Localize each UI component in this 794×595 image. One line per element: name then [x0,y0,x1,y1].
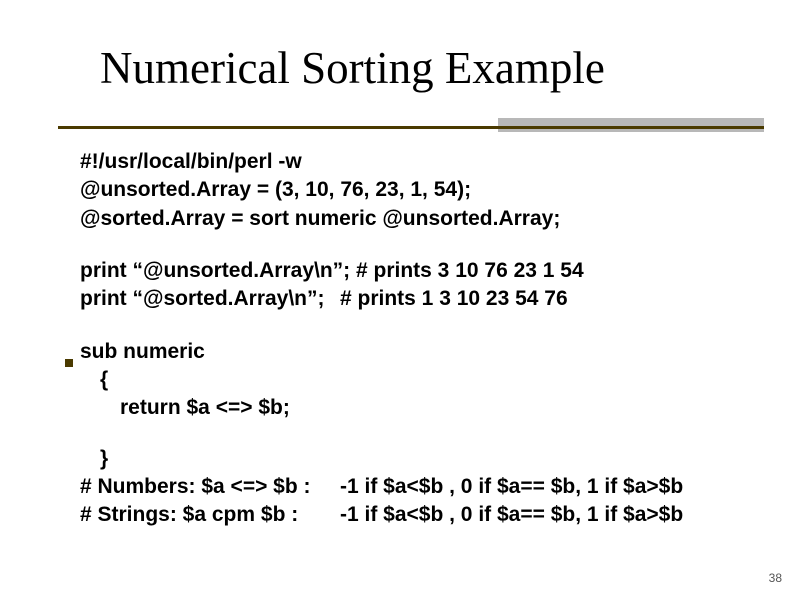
code-fragment: # Strings: $a cpm $b : [80,501,340,529]
code-block-sub: sub numeric { return $a <=> $b; } # Numb… [80,338,744,530]
slide-title: Numerical Sorting Example [100,42,605,94]
code-line: @unsorted.Array = (3, 10, 76, 23, 1, 54)… [80,176,744,204]
slide: Numerical Sorting Example #!/usr/local/b… [0,0,794,595]
code-line: # Numbers: $a <=> $b : -1 if $a<$b , 0 i… [80,473,744,501]
code-line: print “@unsorted.Array\n”; # prints 3 10… [80,257,744,285]
code-line: @sorted.Array = sort numeric @unsorted.A… [80,205,744,233]
code-fragment: print “@sorted.Array\n”; [80,285,340,313]
rule-highlight [498,118,764,132]
code-fragment: -1 if $a<$b , 0 if $a== $b, 1 if $a>$b [340,501,744,529]
slide-body: #!/usr/local/bin/perl -w @unsorted.Array… [80,148,744,530]
bullet-icon [65,359,73,367]
code-line: } [80,445,744,473]
code-fragment: -1 if $a<$b , 0 if $a== $b, 1 if $a>$b [340,473,744,501]
code-line: sub numeric [80,338,744,366]
slide-number: 38 [769,571,782,585]
blank-line [80,423,744,445]
code-fragment: # Numbers: $a <=> $b : [80,473,340,501]
code-line: # Strings: $a cpm $b : -1 if $a<$b , 0 i… [80,501,744,529]
code-fragment: # prints 1 3 10 23 54 76 [340,285,744,313]
code-line: { [80,366,744,394]
title-rule [58,118,764,134]
rule-line [58,126,764,129]
code-line: print “@sorted.Array\n”; # prints 1 3 10… [80,285,744,313]
code-block-print: print “@unsorted.Array\n”; # prints 3 10… [80,257,744,314]
code-line: return $a <=> $b; [80,394,744,422]
code-block-setup: #!/usr/local/bin/perl -w @unsorted.Array… [80,148,744,233]
code-line: #!/usr/local/bin/perl -w [80,148,744,176]
